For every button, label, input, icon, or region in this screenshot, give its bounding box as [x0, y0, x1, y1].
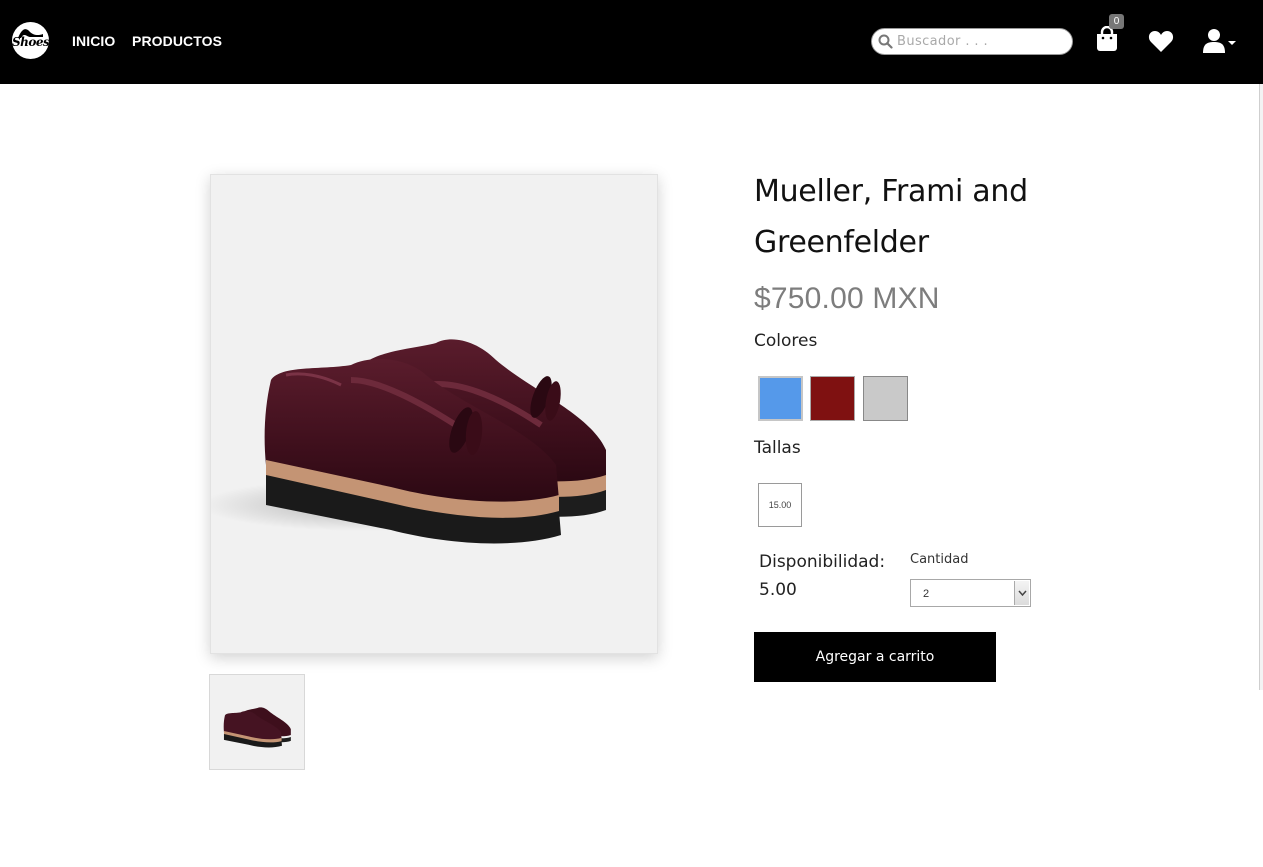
color-swatch-blue[interactable] [758, 376, 803, 421]
shoe-image [201, 339, 606, 544]
product-thumbnail[interactable] [209, 674, 305, 770]
heart-icon [1148, 31, 1174, 52]
size-option[interactable]: 15.00 [758, 483, 802, 527]
search-box [871, 28, 1073, 55]
product-price: $750.00 MXN [754, 282, 940, 315]
cart-count-badge: 0 [1109, 14, 1124, 29]
favorites-button[interactable] [1148, 30, 1174, 54]
nav-inicio-link[interactable]: INICIO [72, 33, 115, 49]
nav-productos-link[interactable]: PRODUCTOS [132, 33, 222, 49]
chevron-down-icon[interactable] [1014, 581, 1029, 605]
color-swatch-red[interactable] [810, 376, 855, 421]
quantity-select[interactable]: 2 [910, 579, 1031, 607]
color-swatch-gray[interactable] [863, 376, 908, 421]
product-title: Mueller, Frami and Greenfelder [754, 174, 1028, 260]
scrollbar[interactable] [1259, 84, 1263, 690]
colors-label: Colores [754, 331, 818, 351]
shopping-bag-icon [1097, 25, 1117, 51]
availability-label: Disponibilidad: [759, 552, 886, 572]
product-main-image [201, 174, 658, 654]
logo-text: Shoes [12, 35, 49, 49]
search-input[interactable] [897, 32, 1067, 51]
search-icon [878, 34, 893, 49]
cart-button[interactable] [1095, 25, 1119, 52]
add-to-cart-button[interactable]: Agregar a carrito [754, 632, 996, 682]
sizes-label: Tallas [754, 438, 801, 458]
top-navbar: Shoes INICIO PRODUCTOS 0 [0, 0, 1263, 84]
account-menu-button[interactable] [1203, 28, 1237, 54]
brand-logo[interactable]: Shoes [12, 22, 49, 59]
chevron-down-icon [1228, 41, 1236, 45]
availability-value: 5.00 [759, 580, 797, 600]
shoe-thumbnail-image [223, 707, 291, 748]
user-icon [1203, 29, 1236, 53]
quantity-label: Cantidad [910, 552, 969, 567]
quantity-value: 2 [923, 588, 930, 600]
